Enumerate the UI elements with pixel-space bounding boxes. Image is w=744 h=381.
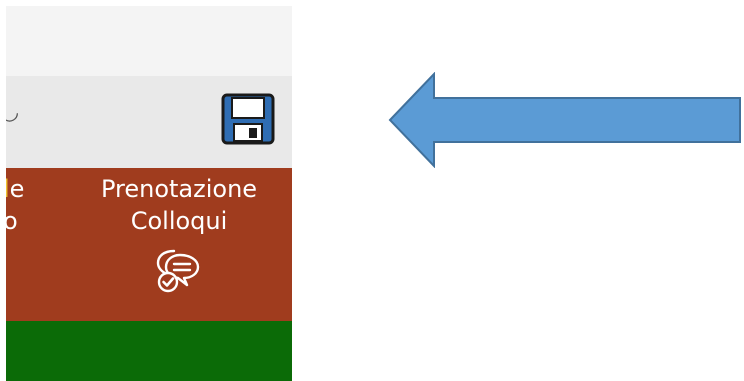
menu-item-previous-line2: o	[6, 207, 18, 235]
chat-bubbles-check-icon	[156, 249, 200, 293]
green-footer-band	[6, 321, 292, 381]
menu-item-previous-line1: le	[6, 175, 25, 203]
toolbar-cut-off-glyph: ◡	[6, 100, 20, 125]
toolbar: ◡	[6, 76, 292, 168]
main-menu-bar: le o Prenotazione Colloqui	[6, 168, 292, 321]
menu-item-label-line2: Colloqui	[130, 207, 228, 235]
menu-item-prenotazione-colloqui[interactable]: Prenotazione Colloqui	[68, 173, 290, 295]
save-floppy-icon[interactable]	[219, 93, 277, 145]
menu-item-previous-cut[interactable]: le o	[6, 173, 43, 237]
left-arrow-icon	[388, 72, 741, 168]
screenshot-stage: ◡ le o Prenotazione Colloqui	[0, 0, 744, 381]
app-window-crop: ◡ le o Prenotazione Colloqui	[6, 6, 292, 381]
top-bar	[6, 6, 292, 76]
menu-item-label-line1: Prenotazione	[100, 175, 258, 203]
